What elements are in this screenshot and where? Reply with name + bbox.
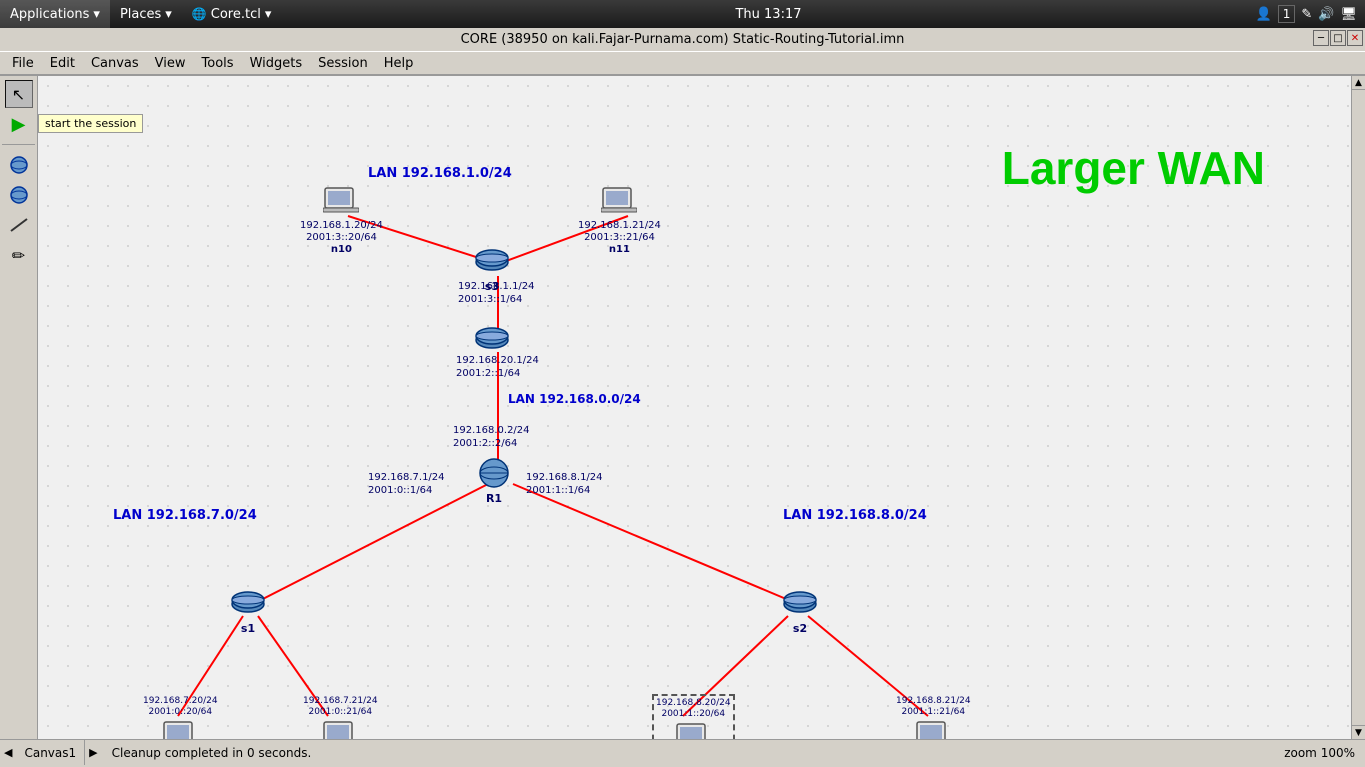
- n11-addr1: 192.168.1.21/24: [578, 220, 661, 232]
- run-tool[interactable]: ▶: [5, 110, 33, 138]
- n11-addr2: 2001:3::21/64: [578, 232, 661, 244]
- router-tool[interactable]: [5, 151, 33, 179]
- r1-label: R1: [474, 492, 514, 505]
- menu-file[interactable]: File: [4, 54, 42, 73]
- workspace-indicator[interactable]: 1: [1278, 5, 1296, 23]
- n6-addr1: 192.168.8.21/24: [896, 696, 971, 707]
- menu-edit[interactable]: Edit: [42, 54, 83, 73]
- applications-label: Applications: [10, 7, 89, 22]
- larger-wan-label: Larger WAN: [1002, 141, 1265, 195]
- s3-addrs: 192.168.1.1/24 2001:3::1/64: [458, 280, 535, 306]
- window-title: CORE (38950 on kali.Fajar-Purnama.com) S…: [461, 32, 905, 47]
- n10-label: n10: [300, 244, 383, 256]
- places-label: Places: [120, 7, 161, 22]
- cursor-tool[interactable]: ↖: [5, 80, 33, 108]
- close-button[interactable]: ✕: [1347, 30, 1363, 46]
- mid-switch-addrs: 192.168.20.1/24 2001:2::1/64: [456, 354, 539, 380]
- taskbar-time: Thu 13:17: [281, 7, 1255, 22]
- maximize-button[interactable]: □: [1330, 30, 1346, 46]
- n5-addr2: 2001:1::20/64: [656, 709, 731, 720]
- taskbar-right: 👤 1 ✎ 🔊 🖥: [1256, 5, 1365, 23]
- node-n5[interactable]: 192.168.8.20/24 2001:1::20/64 n5: [652, 694, 735, 739]
- node-r1[interactable]: R1: [474, 458, 514, 505]
- n11-label: n11: [578, 244, 661, 256]
- n10-addr1: 192.168.1.20/24: [300, 220, 383, 232]
- scroll-right-button[interactable]: ▶: [85, 746, 101, 759]
- volume-icon: 🔊: [1318, 7, 1334, 22]
- vertical-scrollbar[interactable]: ▲ ▼: [1351, 76, 1365, 739]
- left-toolbar: ↖ ▶ start the session ✏: [0, 76, 38, 739]
- switch-tool[interactable]: [5, 181, 33, 209]
- n10-addr2: 2001:3::20/64: [300, 232, 383, 244]
- places-menu[interactable]: Places ▾: [110, 0, 182, 28]
- n2-addr1: 192.168.7.21/24: [303, 696, 378, 707]
- core-tcl-menu[interactable]: 🌐 Core.tcl ▾: [182, 0, 282, 28]
- node-n6[interactable]: 192.168.8.21/24 2001:1::21/64 n6: [896, 696, 971, 739]
- applications-arrow: ▾: [93, 7, 100, 22]
- node-s2[interactable]: s2: [782, 590, 818, 635]
- screen-icon: 🖥: [1340, 7, 1357, 22]
- link-tool[interactable]: [5, 211, 33, 239]
- window-chrome: CORE (38950 on kali.Fajar-Purnama.com) S…: [0, 28, 1365, 76]
- n6-addr2: 2001:1::21/64: [896, 707, 971, 718]
- start-session-label: start the session: [38, 114, 143, 133]
- lan-192-168-8-label: LAN 192.168.8.0/24: [783, 508, 927, 523]
- lan-192-168-7-label: LAN 192.168.7.0/24: [113, 508, 257, 523]
- places-arrow: ▾: [165, 7, 172, 22]
- lan-192-168-0-label: LAN 192.168.0.0/24: [508, 392, 641, 406]
- node-n1[interactable]: 192.168.7.20/24 2001:0::20/64 n1: [143, 696, 218, 739]
- people-icon: 👤: [1256, 7, 1272, 22]
- menu-tools[interactable]: Tools: [194, 54, 242, 73]
- core-tcl-arrow: ▾: [265, 7, 272, 22]
- menu-bar: File Edit Canvas View Tools Widgets Sess…: [0, 51, 1365, 75]
- scroll-left-button[interactable]: ◀: [0, 746, 16, 759]
- n2-addr2: 2001:0::21/64: [303, 707, 378, 718]
- main-layout: ↖ ▶ start the session ✏: [0, 76, 1365, 739]
- menu-canvas[interactable]: Canvas: [83, 54, 147, 73]
- node-s1[interactable]: s1: [230, 590, 266, 635]
- zoom-level: zoom 100%: [1284, 746, 1365, 760]
- menu-widgets[interactable]: Widgets: [242, 54, 311, 73]
- n1-addr2: 2001:0::20/64: [143, 707, 218, 718]
- minimize-button[interactable]: ─: [1313, 30, 1329, 46]
- lan-192-168-1-label: LAN 192.168.1.0/24: [368, 166, 512, 181]
- canvas-tab[interactable]: Canvas1: [16, 740, 85, 765]
- node-n2[interactable]: 192.168.7.21/24 2001:0::21/64 n2: [303, 696, 378, 739]
- canvas-area[interactable]: Larger WAN LAN 192.168.1.0/24 192.168.1.…: [38, 76, 1365, 739]
- status-message: Cleanup completed in 0 seconds.: [102, 746, 1285, 760]
- menu-view[interactable]: View: [147, 54, 194, 73]
- applications-menu[interactable]: Applications ▾: [0, 0, 110, 28]
- r1-left-addrs: 192.168.7.1/24 2001:0::1/64: [368, 471, 445, 497]
- edit-icon: ✎: [1301, 7, 1312, 22]
- r1-right-addrs: 192.168.8.1/24 2001:1::1/64: [526, 471, 603, 497]
- core-tcl-label: Core.tcl: [211, 7, 261, 22]
- title-bar: CORE (38950 on kali.Fajar-Purnama.com) S…: [0, 28, 1365, 51]
- canvas-tab-label: Canvas1: [24, 746, 76, 760]
- node-n11[interactable]: 192.168.1.21/24 2001:3::21/64 n11: [578, 186, 661, 256]
- scroll-down-button[interactable]: ▼: [1352, 725, 1365, 739]
- n1-addr1: 192.168.7.20/24: [143, 696, 218, 707]
- n5-addr1: 192.168.8.20/24: [656, 698, 731, 709]
- r1-up-addrs: 192.168.0.2/24 2001:2::2/64: [453, 424, 530, 450]
- status-bar: ◀ Canvas1 ▶ Cleanup completed in 0 secon…: [0, 739, 1365, 765]
- taskbar: Applications ▾ Places ▾ 🌐 Core.tcl ▾ Thu…: [0, 0, 1365, 28]
- s1-label: s1: [230, 622, 266, 635]
- menu-help[interactable]: Help: [376, 54, 422, 73]
- node-n10[interactable]: 192.168.1.20/24 2001:3::20/64 n10: [300, 186, 383, 256]
- s2-label: s2: [782, 622, 818, 635]
- scroll-up-button[interactable]: ▲: [1352, 76, 1365, 90]
- menu-session[interactable]: Session: [310, 54, 376, 73]
- annotate-tool[interactable]: ✏: [5, 241, 33, 269]
